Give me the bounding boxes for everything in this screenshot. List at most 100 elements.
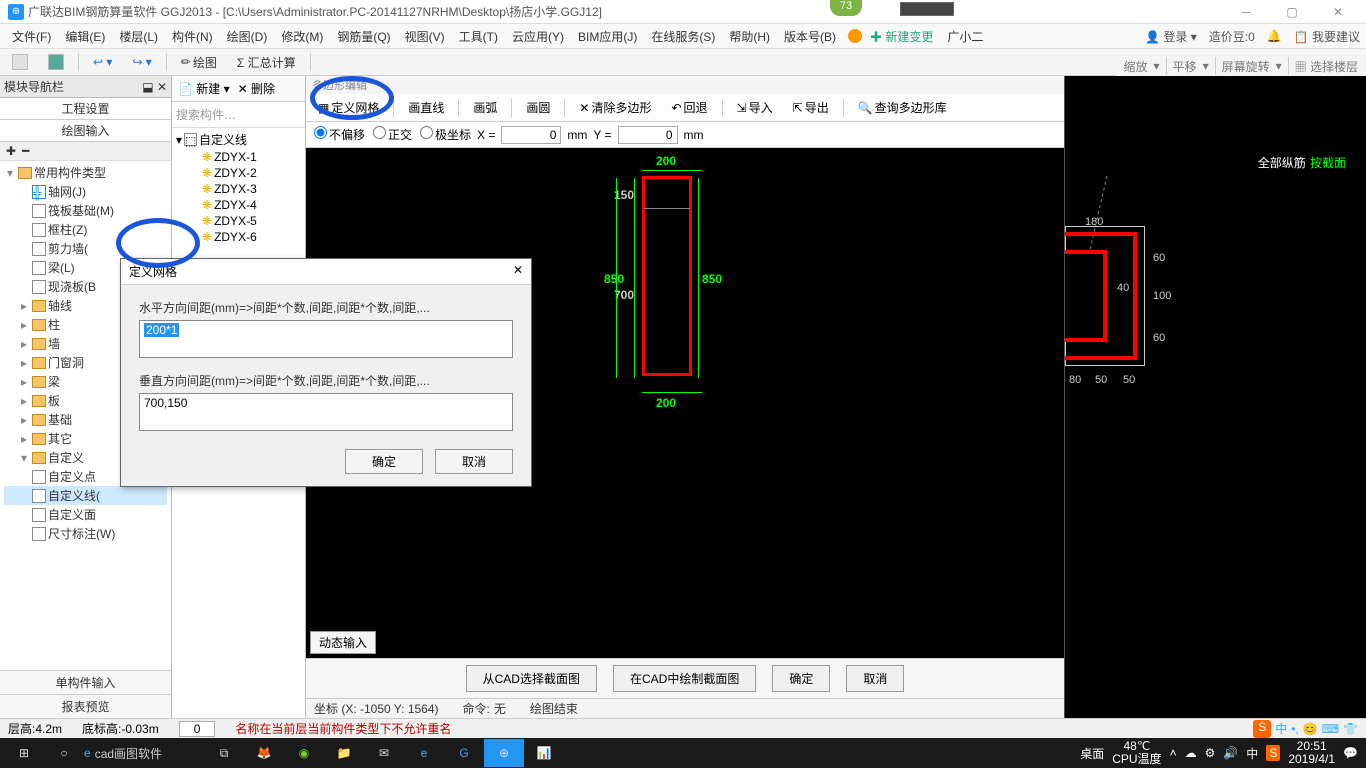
tab-draw-input[interactable]: 绘图输入 bbox=[0, 120, 171, 142]
tree-item[interactable]: 自定义点 bbox=[48, 468, 96, 485]
radio-polar[interactable]: 极坐标 bbox=[418, 126, 471, 143]
draw-line-button[interactable]: 画直线 bbox=[402, 97, 450, 118]
pin-icon[interactable]: ⬓ ✕ bbox=[142, 80, 167, 94]
clock[interactable]: 20:512019/4/1 bbox=[1288, 740, 1335, 766]
tb-app[interactable]: e bbox=[404, 739, 444, 767]
query-poly-button[interactable]: 🔍 查询多边形库 bbox=[852, 97, 953, 118]
tb-app[interactable]: ✉ bbox=[364, 739, 404, 767]
tray-icon[interactable]: ⚙ bbox=[1205, 746, 1216, 760]
radio-ortho[interactable]: 正交 bbox=[371, 126, 412, 143]
minus-icon[interactable]: ━ bbox=[22, 144, 29, 158]
taskview-button[interactable]: ⧉ bbox=[204, 739, 244, 767]
tb-app[interactable]: ◉ bbox=[284, 739, 324, 767]
v-spacing-input[interactable]: 700,150 bbox=[139, 393, 513, 431]
clear-polygon-button[interactable]: ✕ 清除多边形 bbox=[573, 97, 657, 118]
tree-item[interactable]: 其它 bbox=[48, 430, 72, 447]
maximize-button[interactable]: ▢ bbox=[1272, 2, 1312, 22]
tree-item[interactable]: 梁 bbox=[48, 373, 60, 390]
menu-online[interactable]: 在线服务(S) bbox=[645, 26, 721, 47]
tb-app[interactable]: 📁 bbox=[324, 739, 364, 767]
dialog-ok-button[interactable]: 确定 bbox=[345, 449, 423, 474]
tree-item-selected[interactable]: 自定义线( bbox=[48, 487, 100, 504]
menu-version[interactable]: 版本号(B) bbox=[778, 26, 842, 47]
tb-app[interactable]: 📊 bbox=[524, 739, 564, 767]
rotate-button[interactable]: 屏幕旋转 bbox=[1222, 58, 1270, 75]
list-item[interactable]: ZDYX-5 bbox=[214, 214, 257, 228]
open-button[interactable] bbox=[6, 52, 34, 72]
tree-item[interactable]: 板 bbox=[48, 392, 60, 409]
export-button[interactable]: ⇱ 导出 bbox=[787, 97, 835, 118]
in-cad-button[interactable]: 在CAD中绘制截面图 bbox=[613, 665, 756, 692]
menu-rebar[interactable]: 钢筋量(Q) bbox=[331, 26, 396, 47]
start-button[interactable]: ⊞ bbox=[4, 739, 44, 767]
search-box[interactable]: ecad画图软件 bbox=[84, 739, 204, 767]
tree-item[interactable]: 自定义面 bbox=[48, 506, 96, 523]
login-button[interactable]: 👤 登录 ▾ bbox=[1145, 28, 1197, 45]
tb-app[interactable]: 🦊 bbox=[244, 739, 284, 767]
menu-bim[interactable]: BIM应用(J) bbox=[572, 26, 643, 47]
list-item[interactable]: ZDYX-3 bbox=[214, 182, 257, 196]
new-button[interactable]: 📄 新建 ▾ bbox=[178, 80, 230, 97]
tree-node-custom[interactable]: 自定义 bbox=[48, 449, 84, 466]
tree-item[interactable]: 轴网(J) bbox=[48, 183, 86, 200]
list-item[interactable]: ZDYX-1 bbox=[214, 150, 257, 164]
cortana-button[interactable]: ○ bbox=[44, 739, 84, 767]
ime-status[interactable]: 中 bbox=[1275, 720, 1287, 737]
menu-edit[interactable]: 编辑(E) bbox=[59, 26, 111, 47]
import-button[interactable]: ⇲ 导入 bbox=[731, 97, 779, 118]
tab-single-input[interactable]: 单构件输入 bbox=[0, 670, 171, 694]
list-root[interactable]: 自定义线 bbox=[199, 131, 247, 148]
tab-project-settings[interactable]: 工程设置 bbox=[0, 98, 171, 120]
menu-modify[interactable]: 修改(M) bbox=[275, 26, 329, 47]
tb-app[interactable]: G bbox=[444, 739, 484, 767]
radio-nooffset[interactable]: 不偏移 bbox=[312, 126, 365, 143]
temp-widget[interactable]: 48℃CPU温度 bbox=[1112, 740, 1161, 766]
ok-button[interactable]: 确定 bbox=[772, 665, 830, 692]
dialog-cancel-button[interactable]: 取消 bbox=[435, 449, 513, 474]
menu-floor[interactable]: 楼层(L) bbox=[113, 26, 164, 47]
from-cad-button[interactable]: 从CAD选择截面图 bbox=[466, 665, 597, 692]
select-floor-button[interactable]: ▦ 选择楼层 bbox=[1295, 58, 1358, 75]
tree-node-common[interactable]: 常用构件类型 bbox=[34, 164, 106, 181]
tree-item[interactable]: 轴线 bbox=[48, 297, 72, 314]
list-item[interactable]: ZDYX-6 bbox=[214, 230, 257, 244]
tray-icon[interactable]: S bbox=[1266, 745, 1280, 761]
desktop-label[interactable]: 桌面 bbox=[1080, 745, 1104, 762]
list-item[interactable]: ZDYX-4 bbox=[214, 198, 257, 212]
menu-draw[interactable]: 绘图(D) bbox=[221, 26, 274, 47]
list-item[interactable]: ZDYX-2 bbox=[214, 166, 257, 180]
undo-button[interactable]: ↩ ▾ bbox=[87, 53, 118, 71]
sum-button[interactable]: Σ 汇总计算 bbox=[231, 52, 302, 73]
menu-view[interactable]: 视图(V) bbox=[399, 26, 451, 47]
tree-item[interactable]: 尺寸标注(W) bbox=[48, 525, 115, 542]
draw-circle-button[interactable]: 画圆 bbox=[520, 97, 556, 118]
sogou-icon[interactable]: S bbox=[1253, 720, 1271, 738]
close-button[interactable]: ✕ bbox=[1318, 2, 1358, 22]
x-input[interactable]: 0 bbox=[501, 126, 561, 144]
tree-item[interactable]: 剪力墙( bbox=[48, 240, 88, 257]
tree-item[interactable]: 柱 bbox=[48, 316, 60, 333]
tree-item[interactable]: 现浇板(B bbox=[48, 278, 96, 295]
bell-icon[interactable]: 🔔 bbox=[1267, 29, 1282, 43]
tree-item[interactable]: 门窗洞 bbox=[48, 354, 84, 371]
undo-poly-button[interactable]: ↶ 回退 bbox=[665, 97, 713, 118]
minimize-button[interactable]: ─ bbox=[1226, 2, 1266, 22]
dynamic-input-button[interactable]: 动态输入 bbox=[310, 631, 376, 654]
tray-ime[interactable]: 中 bbox=[1246, 745, 1258, 762]
cancel-button[interactable]: 取消 bbox=[846, 665, 904, 692]
tree-item[interactable]: 框柱(Z) bbox=[48, 221, 87, 238]
delete-button[interactable]: ✕ 删除 bbox=[238, 80, 275, 97]
draw-arc-button[interactable]: 画弧 bbox=[467, 97, 503, 118]
define-grid-button[interactable]: ▦ 定义网格 bbox=[312, 97, 385, 118]
new-change-button[interactable]: ✚ 新建变更 bbox=[864, 26, 939, 47]
tree-item[interactable]: 筏板基础(M) bbox=[48, 202, 114, 219]
y-input[interactable]: 0 bbox=[618, 126, 678, 144]
dialog-close-button[interactable]: ✕ bbox=[513, 263, 523, 280]
tree-item[interactable]: 梁(L) bbox=[48, 259, 75, 276]
search-input[interactable]: 搜索构件… bbox=[172, 102, 305, 128]
menu-component[interactable]: 构件(N) bbox=[166, 26, 219, 47]
save-button[interactable] bbox=[42, 52, 70, 72]
tray-icon[interactable]: ☁ bbox=[1185, 746, 1197, 760]
suggest-button[interactable]: 📋 我要建议 bbox=[1294, 28, 1360, 45]
draw-button[interactable]: ✏ 绘图 bbox=[175, 52, 223, 73]
